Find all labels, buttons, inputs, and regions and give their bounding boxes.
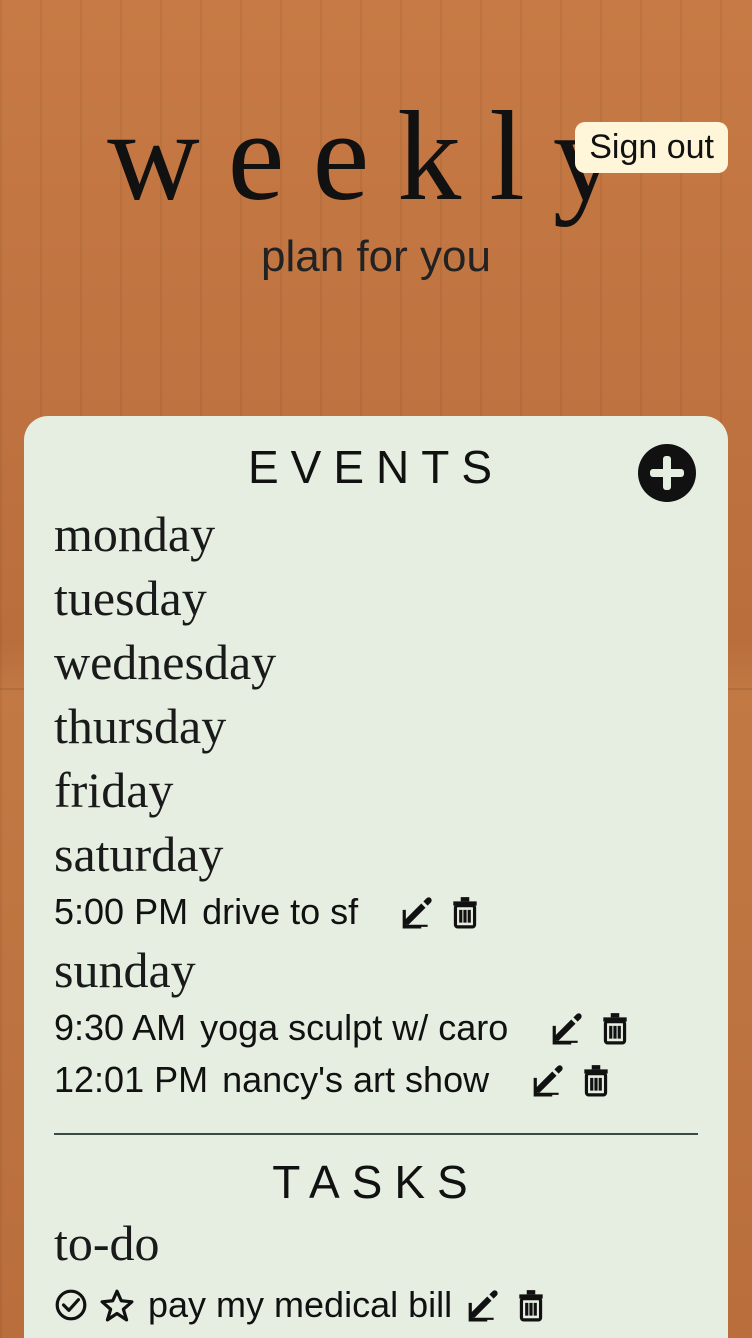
star-task-button[interactable]	[100, 1288, 134, 1322]
event-time: 12:01 PM	[54, 1054, 208, 1106]
delete-event-button[interactable]	[579, 1063, 613, 1097]
check-circle-icon	[54, 1288, 88, 1322]
edit-icon	[400, 895, 434, 929]
day-sunday: sunday	[54, 938, 698, 1002]
edit-event-button[interactable]	[400, 895, 434, 929]
task-text: pay my medical bill	[148, 1279, 452, 1331]
complete-task-button[interactable]	[54, 1288, 88, 1322]
event-text: yoga sculpt w/ caro	[200, 1002, 508, 1054]
tasks-title: TASKS	[272, 1156, 479, 1208]
task-text: cook dinner	[148, 1331, 334, 1338]
trash-icon	[514, 1288, 548, 1322]
event-row: 9:30 AM yoga sculpt w/ caro	[54, 1002, 698, 1054]
add-event-button[interactable]	[638, 444, 696, 502]
edit-icon	[466, 1288, 500, 1322]
event-row: 5:00 PM drive to sf	[54, 886, 698, 938]
event-time: 9:30 AM	[54, 1002, 186, 1054]
day-saturday: saturday	[54, 822, 698, 886]
day-wednesday: wednesday	[54, 630, 698, 694]
plus-icon	[638, 444, 696, 502]
section-divider	[54, 1133, 698, 1135]
events-title: EVENTS	[248, 441, 504, 493]
delete-task-button[interactable]	[514, 1288, 548, 1322]
tasks-header: TASKS	[54, 1155, 698, 1209]
day-tuesday: tuesday	[54, 566, 698, 630]
delete-event-button[interactable]	[598, 1011, 632, 1045]
event-text: drive to sf	[202, 886, 358, 938]
trash-icon	[598, 1011, 632, 1045]
delete-event-button[interactable]	[448, 895, 482, 929]
event-time: 5:00 PM	[54, 886, 188, 938]
tasks-subhead: to-do	[54, 1213, 698, 1273]
app-subtitle: plan for you	[0, 232, 752, 282]
edit-icon	[550, 1011, 584, 1045]
event-row: 12:01 PM nancy's art show	[54, 1054, 698, 1106]
event-text: nancy's art show	[222, 1054, 489, 1106]
edit-task-button[interactable]	[466, 1288, 500, 1322]
sign-out-button[interactable]: Sign out	[575, 122, 728, 173]
star-icon	[100, 1288, 134, 1322]
events-header: EVENTS	[54, 440, 698, 494]
day-monday: monday	[54, 502, 698, 566]
edit-event-button[interactable]	[531, 1063, 565, 1097]
trash-icon	[579, 1063, 613, 1097]
day-thursday: thursday	[54, 694, 698, 758]
trash-icon	[448, 895, 482, 929]
task-row: cook dinner	[54, 1331, 698, 1338]
task-row: pay my medical bill	[54, 1279, 698, 1331]
edit-icon	[531, 1063, 565, 1097]
content-card: EVENTS monday tuesday wednesday thursday…	[24, 416, 728, 1338]
app-header: weekly plan for you	[0, 92, 752, 282]
edit-event-button[interactable]	[550, 1011, 584, 1045]
day-friday: friday	[54, 758, 698, 822]
